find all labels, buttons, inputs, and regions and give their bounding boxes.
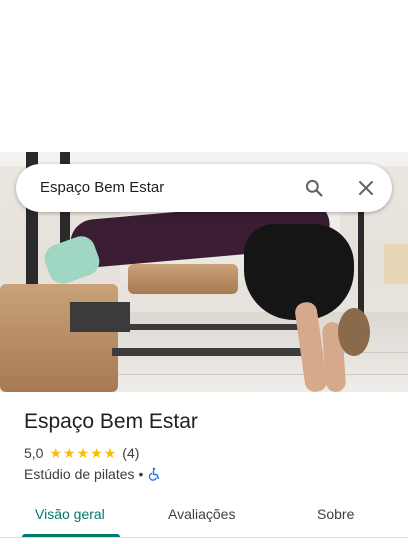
tab-about[interactable]: Sobre (317, 506, 354, 522)
photo-pilates-chair (0, 284, 118, 392)
star-icon: ★ (49, 445, 63, 461)
star-icon: ★ (103, 445, 117, 461)
photo-chair-pedal (70, 302, 130, 332)
photo-reformer-frame (112, 348, 302, 356)
tab-overview[interactable]: Visão geral (35, 506, 105, 522)
search-input[interactable]: Espaço Bem Estar (40, 179, 164, 196)
top-blank-area (0, 0, 408, 152)
place-info-panel: Espaço Bem Estar 5,0 ★ ★ ★ ★ ★ (4) Estúd… (0, 392, 408, 544)
photo-reformer-frame (130, 324, 300, 330)
photo-cabinet (384, 244, 408, 284)
rating-row[interactable]: 5,0 ★ ★ ★ ★ ★ (4) (24, 444, 139, 462)
star-icon: ★ (76, 445, 90, 461)
photo-person-hair (338, 308, 370, 356)
tabs-divider (0, 537, 408, 538)
search-icon[interactable] (304, 178, 324, 198)
star-icon: ★ (63, 445, 76, 461)
search-bar[interactable]: Espaço Bem Estar (16, 164, 392, 212)
photo-reformer (128, 264, 238, 294)
review-count[interactable]: (4) (122, 445, 139, 461)
tab-reviews[interactable]: Avaliações (168, 506, 235, 522)
separator-dot: • (138, 466, 144, 482)
place-category: Estúdio de pilates (24, 466, 135, 482)
place-tabs: Visão geral Avaliações Sobre (0, 494, 408, 538)
place-title: Espaço Bem Estar (24, 410, 198, 433)
star-icon: ★ (90, 445, 103, 461)
close-icon[interactable] (357, 179, 375, 197)
rating-value: 5,0 (24, 445, 44, 461)
category-row: Estúdio de pilates • (24, 465, 161, 483)
wheelchair-icon[interactable] (147, 467, 161, 481)
rating-stars: ★ ★ ★ ★ ★ (49, 446, 117, 460)
